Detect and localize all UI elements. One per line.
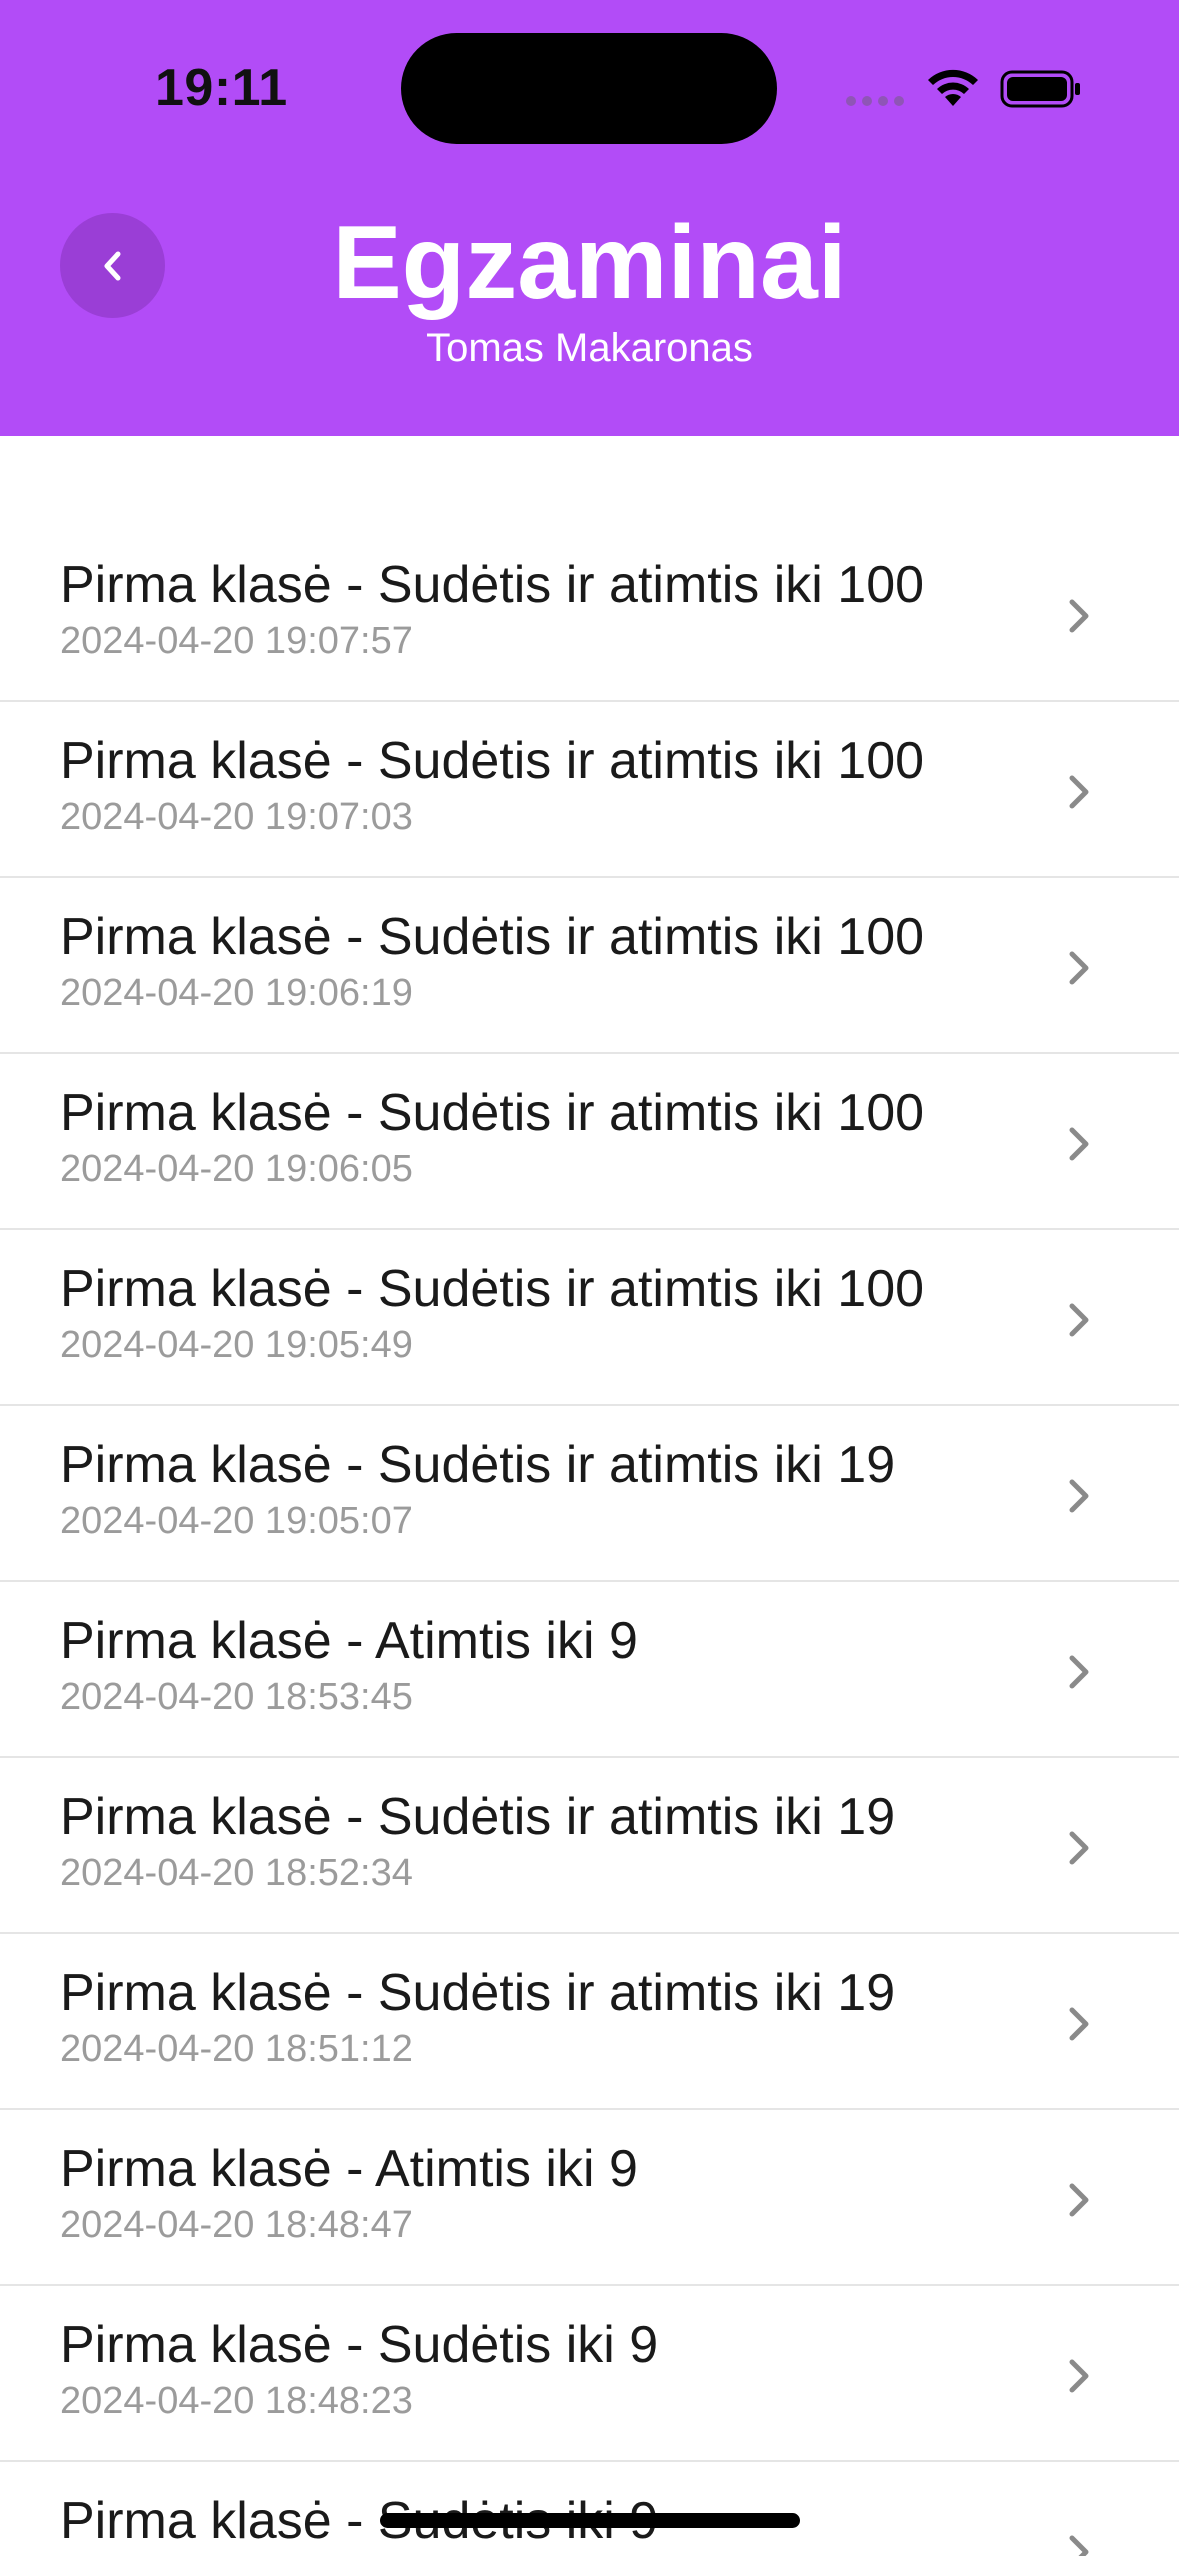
chevron-right-icon bbox=[1069, 1127, 1089, 1161]
chevron-right-icon bbox=[1069, 2007, 1089, 2041]
exam-title: Pirma klasė - Sudėtis ir atimtis iki 19 bbox=[60, 1788, 896, 1846]
exam-list-item[interactable]: Pirma klasė - Sudėtis iki 9 bbox=[0, 2462, 1179, 2556]
chevron-right-icon bbox=[1069, 2183, 1089, 2217]
dynamic-island bbox=[401, 33, 777, 144]
exam-title: Pirma klasė - Sudėtis ir atimtis iki 19 bbox=[60, 1964, 896, 2022]
chevron-right-icon bbox=[1069, 599, 1089, 633]
exam-title: Pirma klasė - Sudėtis ir atimtis iki 19 bbox=[60, 1436, 896, 1494]
exam-title: Pirma klasė - Sudėtis ir atimtis iki 100 bbox=[60, 1260, 925, 1318]
wifi-icon bbox=[928, 69, 978, 106]
chevron-right-icon bbox=[1069, 2535, 1089, 2556]
exam-title: Pirma klasė - Sudėtis ir atimtis iki 100 bbox=[60, 1084, 925, 1142]
exam-title: Pirma klasė - Atimtis iki 9 bbox=[60, 2140, 638, 2198]
exam-list: Pirma klasė - Sudėtis ir atimtis iki 100… bbox=[0, 526, 1179, 2556]
chevron-right-icon bbox=[1069, 1655, 1089, 1689]
page-title: Egzaminai bbox=[332, 205, 847, 321]
exam-title: Pirma klasė - Sudėtis ir atimtis iki 100 bbox=[60, 908, 925, 966]
exam-list-item[interactable]: Pirma klasė - Sudėtis ir atimtis iki 100… bbox=[0, 1230, 1179, 1406]
exam-date: 2024-04-20 18:52:34 bbox=[60, 1852, 413, 1894]
exam-list-item[interactable]: Pirma klasė - Sudėtis ir atimtis iki 100… bbox=[0, 1054, 1179, 1230]
exam-list-item[interactable]: Pirma klasė - Sudėtis ir atimtis iki 100… bbox=[0, 702, 1179, 878]
exam-title: Pirma klasė - Sudėtis iki 9 bbox=[60, 2316, 659, 2374]
exam-list-item[interactable]: Pirma klasė - Sudėtis ir atimtis iki 100… bbox=[0, 878, 1179, 1054]
exam-list-item[interactable]: Pirma klasė - Sudėtis ir atimtis iki 19 2… bbox=[0, 1406, 1179, 1582]
chevron-right-icon bbox=[1069, 951, 1089, 985]
exam-date: 2024-04-20 18:48:47 bbox=[60, 2204, 413, 2246]
exam-title: Pirma klasė - Atimtis iki 9 bbox=[60, 1612, 638, 1670]
exam-date: 2024-04-20 19:07:03 bbox=[60, 796, 413, 838]
exam-date: 2024-04-20 18:48:23 bbox=[60, 2380, 413, 2422]
exam-list-item[interactable]: Pirma klasė - Sudėtis ir atimtis iki 100… bbox=[0, 526, 1179, 702]
cellular-signal-icon bbox=[846, 96, 904, 106]
exam-list-item[interactable]: Pirma klasė - Sudėtis iki 9 2024-04-20 18… bbox=[0, 2286, 1179, 2462]
exam-date: 2024-04-20 18:51:12 bbox=[60, 2028, 413, 2070]
page-subtitle: Tomas Makaronas bbox=[426, 326, 753, 370]
header-bar: 19:11 Egzaminai Tomas Makaronas bbox=[0, 0, 1179, 436]
exam-date: 2024-04-20 18:53:45 bbox=[60, 1676, 413, 1718]
home-indicator[interactable] bbox=[380, 2513, 800, 2528]
exam-list-item[interactable]: Pirma klasė - Sudėtis ir atimtis iki 19 2… bbox=[0, 1934, 1179, 2110]
exam-date: 2024-04-20 19:07:57 bbox=[60, 620, 413, 662]
exams-screen: 19:11 Egzaminai Tomas Makaronas Pirma kl… bbox=[0, 0, 1179, 2556]
exam-date: 2024-04-20 19:05:49 bbox=[60, 1324, 413, 1366]
status-time: 19:11 bbox=[155, 59, 288, 117]
chevron-right-icon bbox=[1069, 2359, 1089, 2393]
chevron-right-icon bbox=[1069, 1303, 1089, 1337]
exam-title: Pirma klasė - Sudėtis ir atimtis iki 100 bbox=[60, 556, 925, 614]
exam-list-item[interactable]: Pirma klasė - Atimtis iki 9 2024-04-20 18… bbox=[0, 1582, 1179, 1758]
chevron-right-icon bbox=[1069, 1831, 1089, 1865]
exam-date: 2024-04-20 19:06:19 bbox=[60, 972, 413, 1014]
exam-list-item[interactable]: Pirma klasė - Atimtis iki 9 2024-04-20 18… bbox=[0, 2110, 1179, 2286]
exam-date: 2024-04-20 19:06:05 bbox=[60, 1148, 413, 1190]
chevron-right-icon bbox=[1069, 1479, 1089, 1513]
exam-date: 2024-04-20 19:05:07 bbox=[60, 1500, 413, 1542]
exam-list-item[interactable]: Pirma klasė - Sudėtis ir atimtis iki 19 2… bbox=[0, 1758, 1179, 1934]
exam-title: Pirma klasė - Sudėtis ir atimtis iki 100 bbox=[60, 732, 925, 790]
chevron-right-icon bbox=[1069, 775, 1089, 809]
battery-icon bbox=[1000, 70, 1080, 108]
